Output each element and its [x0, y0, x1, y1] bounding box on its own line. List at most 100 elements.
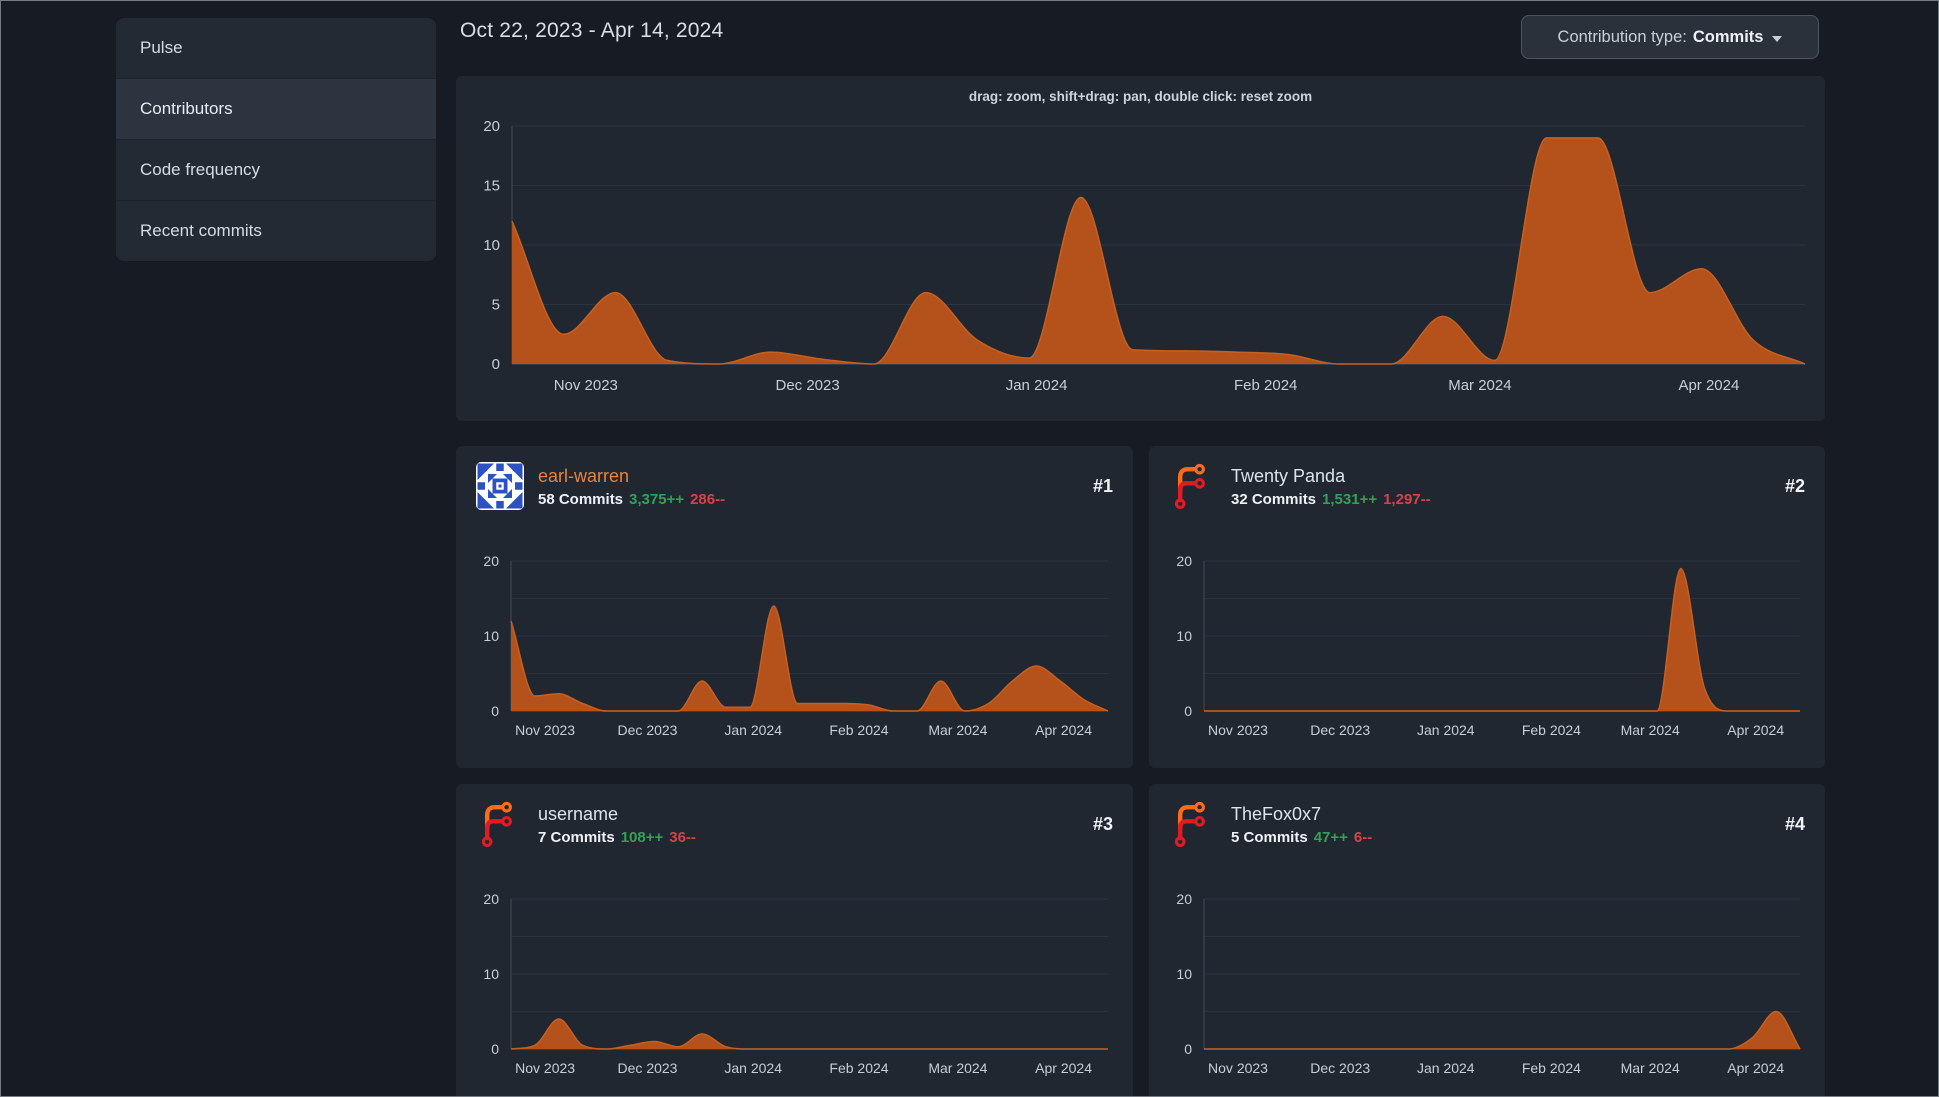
svg-text:Jan 2024: Jan 2024 [724, 722, 782, 738]
svg-text:Jan 2024: Jan 2024 [1417, 1060, 1475, 1076]
caret-down-icon [1772, 35, 1783, 42]
contributor-cards-grid: earl-warren 58 Commits 3,375++ 286-- #1 0 1… [456, 446, 1825, 1096]
contributor-commits-chart[interactable]: 0 10 20 Nov 2023 Dec 2023 Jan 2024 Feb 2024 Mar… [1149, 541, 1825, 768]
svg-text:0: 0 [491, 703, 499, 719]
svg-text:0: 0 [491, 1041, 499, 1057]
contributor-card: earl-warren 58 Commits 3,375++ 286-- #1 0 1… [456, 446, 1133, 768]
svg-text:0: 0 [1184, 1041, 1192, 1057]
svg-text:Mar 2024: Mar 2024 [1621, 1060, 1680, 1076]
svg-text:20: 20 [1176, 553, 1192, 569]
sidebar-item-recent-commits[interactable]: Recent commits [116, 200, 436, 261]
svg-text:Dec 2023: Dec 2023 [1310, 722, 1370, 738]
commits-overview-chart[interactable]: 0 5 10 15 20 Nov 2023 Dec 2023 Jan 2024 Feb 2024… [456, 76, 1825, 421]
contributor-card-header: Twenty Panda 32 Commits 1,531++ 1,297-- #2 [1149, 446, 1825, 510]
svg-text:Jan 2024: Jan 2024 [1006, 377, 1068, 394]
contributor-name: Twenty Panda [1231, 465, 1346, 486]
svg-text:20: 20 [483, 553, 499, 569]
svg-text:10: 10 [483, 966, 499, 982]
svg-text:Feb 2024: Feb 2024 [1522, 722, 1581, 738]
contributor-rank-badge: #2 [1784, 475, 1805, 496]
contributors-page: Pulse Contributors Code frequency Recent… [0, 0, 1939, 1097]
deletions-count: 1,297-- [1383, 490, 1431, 508]
repo-activity-sidebar: Pulse Contributors Code frequency Recent… [116, 18, 436, 261]
svg-text:Mar 2024: Mar 2024 [928, 1060, 987, 1076]
svg-text:Feb 2024: Feb 2024 [829, 1060, 888, 1076]
svg-text:15: 15 [483, 178, 500, 195]
additions-count: 47++ [1313, 828, 1348, 846]
svg-text:20: 20 [1176, 891, 1192, 907]
svg-text:Feb 2024: Feb 2024 [1234, 377, 1297, 394]
commits-overview-card: drag: zoom, shift+drag: pan, double clic… [456, 76, 1825, 421]
contributor-card-header: TheFox0x7 5 Commits 47++ 6-- #4 [1149, 784, 1825, 848]
svg-text:Feb 2024: Feb 2024 [1522, 1060, 1581, 1076]
additions-count: 1,531++ [1322, 490, 1378, 508]
deletions-count: 286-- [690, 490, 726, 508]
svg-text:Mar 2024: Mar 2024 [1621, 722, 1680, 738]
svg-text:Apr 2024: Apr 2024 [1678, 377, 1739, 394]
svg-text:Jan 2024: Jan 2024 [724, 1060, 782, 1076]
contributor-identity: username 7 Commits 108++ 36-- [538, 803, 696, 846]
svg-text:Apr 2024: Apr 2024 [1035, 1060, 1092, 1076]
svg-text:10: 10 [483, 628, 499, 644]
contribution-type-dropdown[interactable]: Contribution type: Commits [1521, 15, 1819, 59]
svg-text:Dec 2023: Dec 2023 [618, 722, 678, 738]
contributor-name-link[interactable]: earl-warren [538, 465, 725, 487]
svg-text:10: 10 [483, 237, 500, 254]
identicon-avatar [476, 462, 524, 510]
contributor-card-header: username 7 Commits 108++ 36-- #3 [456, 784, 1133, 848]
svg-text:Dec 2023: Dec 2023 [1310, 1060, 1370, 1076]
contributor-identity: Twenty Panda 32 Commits 1,531++ 1,297-- [1231, 465, 1431, 508]
contributor-identity: earl-warren 58 Commits 3,375++ 286-- [538, 465, 725, 508]
svg-text:Apr 2024: Apr 2024 [1727, 722, 1784, 738]
svg-text:Nov 2023: Nov 2023 [515, 1060, 575, 1076]
svg-text:Mar 2024: Mar 2024 [928, 722, 987, 738]
svg-text:0: 0 [1184, 703, 1192, 719]
deletions-count: 36-- [669, 828, 696, 846]
contributor-name: username [538, 803, 619, 824]
svg-text:Apr 2024: Apr 2024 [1727, 1060, 1784, 1076]
forgejo-logo-icon [1169, 800, 1217, 848]
svg-text:Nov 2023: Nov 2023 [554, 377, 618, 394]
contributor-name: TheFox0x7 [1231, 803, 1322, 824]
contributor-card: Twenty Panda 32 Commits 1,531++ 1,297-- #2… [1149, 446, 1825, 768]
svg-text:10: 10 [1176, 628, 1192, 644]
chart-zoom-hint: drag: zoom, shift+drag: pan, double clic… [968, 89, 1313, 104]
svg-text:Jan 2024: Jan 2024 [1417, 722, 1475, 738]
contributor-stats: 7 Commits 108++ 36-- [538, 829, 696, 846]
contribution-type-label: Contribution type: [1557, 27, 1687, 46]
sidebar-item-contributors[interactable]: Contributors [116, 78, 436, 139]
contributor-rank-badge: #4 [1784, 813, 1805, 834]
contributor-card: username 7 Commits 108++ 36-- #3 0 10 20 Nov … [456, 784, 1133, 1096]
additions-count: 3,375++ [629, 490, 685, 508]
svg-text:20: 20 [483, 891, 499, 907]
contributor-commits-chart[interactable]: 0 10 20 Nov 2023 Dec 2023 Jan 2024 Feb 2024 Mar… [1149, 879, 1825, 1096]
contributor-rank-badge: #3 [1092, 813, 1113, 834]
additions-count: 108++ [620, 828, 664, 846]
svg-text:20: 20 [483, 118, 500, 135]
deletions-count: 6-- [1353, 828, 1373, 846]
svg-text:Feb 2024: Feb 2024 [829, 722, 888, 738]
svg-text:Dec 2023: Dec 2023 [775, 377, 839, 394]
forgejo-logo-icon [1169, 462, 1217, 510]
contributor-stats: 5 Commits 47++ 6-- [1231, 829, 1372, 846]
svg-text:5: 5 [492, 297, 500, 314]
commit-count: 7 Commits [538, 828, 615, 846]
commit-count: 5 Commits [1231, 828, 1308, 846]
page-title-date-range: Oct 22, 2023 - Apr 14, 2024 [460, 19, 724, 42]
contributor-commits-chart[interactable]: 0 10 20 Nov 2023 Dec 2023 Jan 2024 Feb 2024 Mar… [456, 541, 1133, 768]
svg-text:Apr 2024: Apr 2024 [1035, 722, 1092, 738]
commit-count: 58 Commits [538, 490, 624, 508]
svg-text:10: 10 [1176, 966, 1192, 982]
sidebar-item-code-frequency[interactable]: Code frequency [116, 139, 436, 200]
contributor-identity: TheFox0x7 5 Commits 47++ 6-- [1231, 803, 1372, 846]
contributor-rank-badge: #1 [1092, 475, 1113, 496]
contributor-commits-chart[interactable]: 0 10 20 Nov 2023 Dec 2023 Jan 2024 Feb 2024 Mar… [456, 879, 1133, 1096]
contributor-card: TheFox0x7 5 Commits 47++ 6-- #4 0 10 20 Nov 2… [1149, 784, 1825, 1096]
contributor-card-header: earl-warren 58 Commits 3,375++ 286-- #1 [456, 446, 1133, 510]
contributor-stats: 32 Commits 1,531++ 1,297-- [1231, 491, 1431, 508]
contributor-stats: 58 Commits 3,375++ 286-- [538, 491, 725, 508]
svg-text:Mar 2024: Mar 2024 [1448, 377, 1511, 394]
sidebar-item-pulse[interactable]: Pulse [116, 18, 436, 78]
svg-text:Nov 2023: Nov 2023 [1208, 1060, 1268, 1076]
commit-count: 32 Commits [1231, 490, 1317, 508]
